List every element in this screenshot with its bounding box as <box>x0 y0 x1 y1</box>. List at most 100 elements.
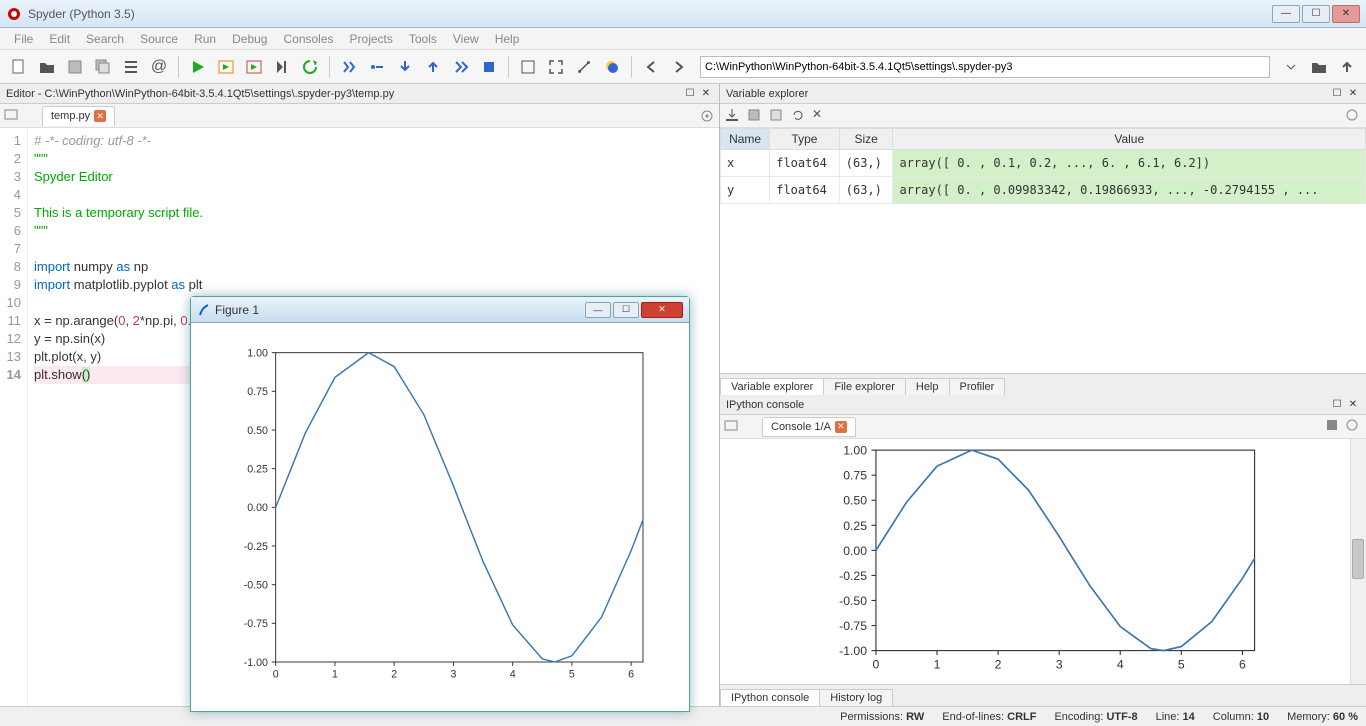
debug-rerun-button[interactable] <box>297 54 323 80</box>
console-undock-button[interactable]: ☐ <box>1330 398 1344 412</box>
save-data-button[interactable] <box>746 107 764 125</box>
console-close-button[interactable]: ✕ <box>1346 398 1360 412</box>
debug-button[interactable] <box>336 54 362 80</box>
menu-edit[interactable]: Edit <box>41 30 78 48</box>
svg-text:3: 3 <box>450 668 456 680</box>
pane-tab-ipython-console[interactable]: IPython console <box>720 689 820 706</box>
var-options-button[interactable] <box>1344 107 1362 125</box>
run-button[interactable] <box>185 54 211 80</box>
path-dropdown-button[interactable] <box>1278 54 1304 80</box>
menu-run[interactable]: Run <box>186 30 224 48</box>
menu-file[interactable]: File <box>6 30 41 48</box>
step-into-button[interactable] <box>392 54 418 80</box>
console-tab[interactable]: Console 1/A ✕ <box>762 417 856 437</box>
editor-undock-button[interactable]: ☐ <box>683 87 697 101</box>
console-options-button[interactable] <box>1344 417 1362 436</box>
var-explorer-title: Variable explorer ☐ ✕ <box>720 84 1366 104</box>
back-button[interactable] <box>638 54 664 80</box>
var-undock-button[interactable]: ☐ <box>1330 87 1344 101</box>
run-cell-button[interactable] <box>213 54 239 80</box>
svg-text:0: 0 <box>273 668 279 680</box>
var-close-button[interactable]: ✕ <box>1346 87 1360 101</box>
run-selection-button[interactable] <box>269 54 295 80</box>
window-titlebar: Spyder (Python 3.5) — ☐ ✕ <box>0 0 1366 28</box>
working-dir-input[interactable] <box>700 56 1270 78</box>
menu-debug[interactable]: Debug <box>224 30 275 48</box>
svg-text:1: 1 <box>934 657 941 671</box>
var-col-type[interactable]: Type <box>770 129 840 150</box>
console-output[interactable]: 0123456-1.00-0.75-0.50-0.250.000.250.500… <box>720 439 1366 684</box>
step-out-button[interactable] <box>420 54 446 80</box>
import-data-button[interactable] <box>724 107 742 125</box>
at-button[interactable]: @ <box>146 54 172 80</box>
pane-tab-help[interactable]: Help <box>905 378 950 395</box>
list-button[interactable] <box>118 54 144 80</box>
editor-browse-button[interactable] <box>4 107 22 124</box>
svg-text:3: 3 <box>1056 657 1063 671</box>
fullscreen-button[interactable] <box>543 54 569 80</box>
minimize-button[interactable]: — <box>1272 5 1300 23</box>
run-cell-advance-button[interactable] <box>241 54 267 80</box>
editor-options-button[interactable] <box>699 108 715 124</box>
remove-all-button[interactable]: ✕ <box>812 107 830 125</box>
pane-tab-profiler[interactable]: Profiler <box>949 378 1006 395</box>
var-row[interactable]: xfloat64(63,)array([ 0. , 0.1, 0.2, ...,… <box>721 150 1366 177</box>
parent-dir-button[interactable] <box>1334 54 1360 80</box>
menu-tools[interactable]: Tools <box>401 30 445 48</box>
tk-icon <box>197 303 211 317</box>
save-all-button[interactable] <box>90 54 116 80</box>
console-tab-close-icon[interactable]: ✕ <box>835 421 847 433</box>
var-col-value[interactable]: Value <box>893 129 1366 150</box>
menu-source[interactable]: Source <box>132 30 186 48</box>
editor-tab-close-icon[interactable]: ✕ <box>94 110 106 122</box>
browse-dir-button[interactable] <box>1306 54 1332 80</box>
console-browse-button[interactable] <box>724 418 742 435</box>
var-col-name[interactable]: Name <box>721 129 770 150</box>
step-button[interactable] <box>364 54 390 80</box>
console-stop-button[interactable] <box>1326 419 1344 434</box>
window-title: Spyder (Python 3.5) <box>28 7 1272 21</box>
new-file-button[interactable] <box>6 54 32 80</box>
close-button[interactable]: ✕ <box>1332 5 1360 23</box>
menu-view[interactable]: View <box>445 30 487 48</box>
console-panel-title: IPython console ☐ ✕ <box>720 395 1366 415</box>
figure-plot: 0123456-1.00-0.75-0.50-0.250.000.250.500… <box>211 343 669 691</box>
figure-titlebar[interactable]: Figure 1 — ☐ ✕ <box>191 297 689 323</box>
editor-tab-temp[interactable]: temp.py ✕ <box>42 106 115 126</box>
menu-consoles[interactable]: Consoles <box>275 30 341 48</box>
figure-close-button[interactable]: ✕ <box>641 302 683 318</box>
save-button[interactable] <box>62 54 88 80</box>
code-area[interactable]: # -*- coding: utf-8 -*-"""Spyder Editor … <box>28 128 203 706</box>
continue-button[interactable] <box>448 54 474 80</box>
main-toolbar: @ <box>0 50 1366 84</box>
save-data-as-button[interactable] <box>768 107 786 125</box>
editor-close-button[interactable]: ✕ <box>699 87 713 101</box>
var-explorer-title-text: Variable explorer <box>726 88 808 100</box>
pane-tab-variable-explorer[interactable]: Variable explorer <box>720 378 824 395</box>
preferences-button[interactable] <box>571 54 597 80</box>
figure-min-button[interactable]: — <box>585 302 611 318</box>
open-file-button[interactable] <box>34 54 60 80</box>
menu-help[interactable]: Help <box>487 30 528 48</box>
svg-text:0.75: 0.75 <box>843 469 867 483</box>
svg-text:2: 2 <box>391 668 397 680</box>
figure-max-button[interactable]: ☐ <box>613 302 639 318</box>
figure-window[interactable]: Figure 1 — ☐ ✕ 0123456-1.00-0.75-0.50-0.… <box>190 296 690 712</box>
refresh-button[interactable] <box>790 107 808 125</box>
pane-tab-file-explorer[interactable]: File explorer <box>823 378 906 395</box>
status-memory: Memory: 60 % <box>1287 711 1358 723</box>
var-row[interactable]: yfloat64(63,)array([ 0. , 0.09983342, 0.… <box>721 177 1366 204</box>
pane-tab-history-log[interactable]: History log <box>819 689 893 706</box>
variable-table[interactable]: NameTypeSizeValuexfloat64(63,)array([ 0.… <box>720 128 1366 373</box>
editor-panel-title: Editor - C:\WinPython\WinPython-64bit-3.… <box>0 84 719 104</box>
maximize-button[interactable]: ☐ <box>1302 5 1330 23</box>
maximize-pane-button[interactable] <box>515 54 541 80</box>
stop-debug-button[interactable] <box>476 54 502 80</box>
console-scrollbar[interactable] <box>1350 439 1366 684</box>
pythonpath-button[interactable] <box>599 54 625 80</box>
var-col-size[interactable]: Size <box>839 129 893 150</box>
forward-button[interactable] <box>666 54 692 80</box>
svg-text:0.25: 0.25 <box>843 519 867 533</box>
menu-projects[interactable]: Projects <box>342 30 401 48</box>
menu-search[interactable]: Search <box>78 30 132 48</box>
